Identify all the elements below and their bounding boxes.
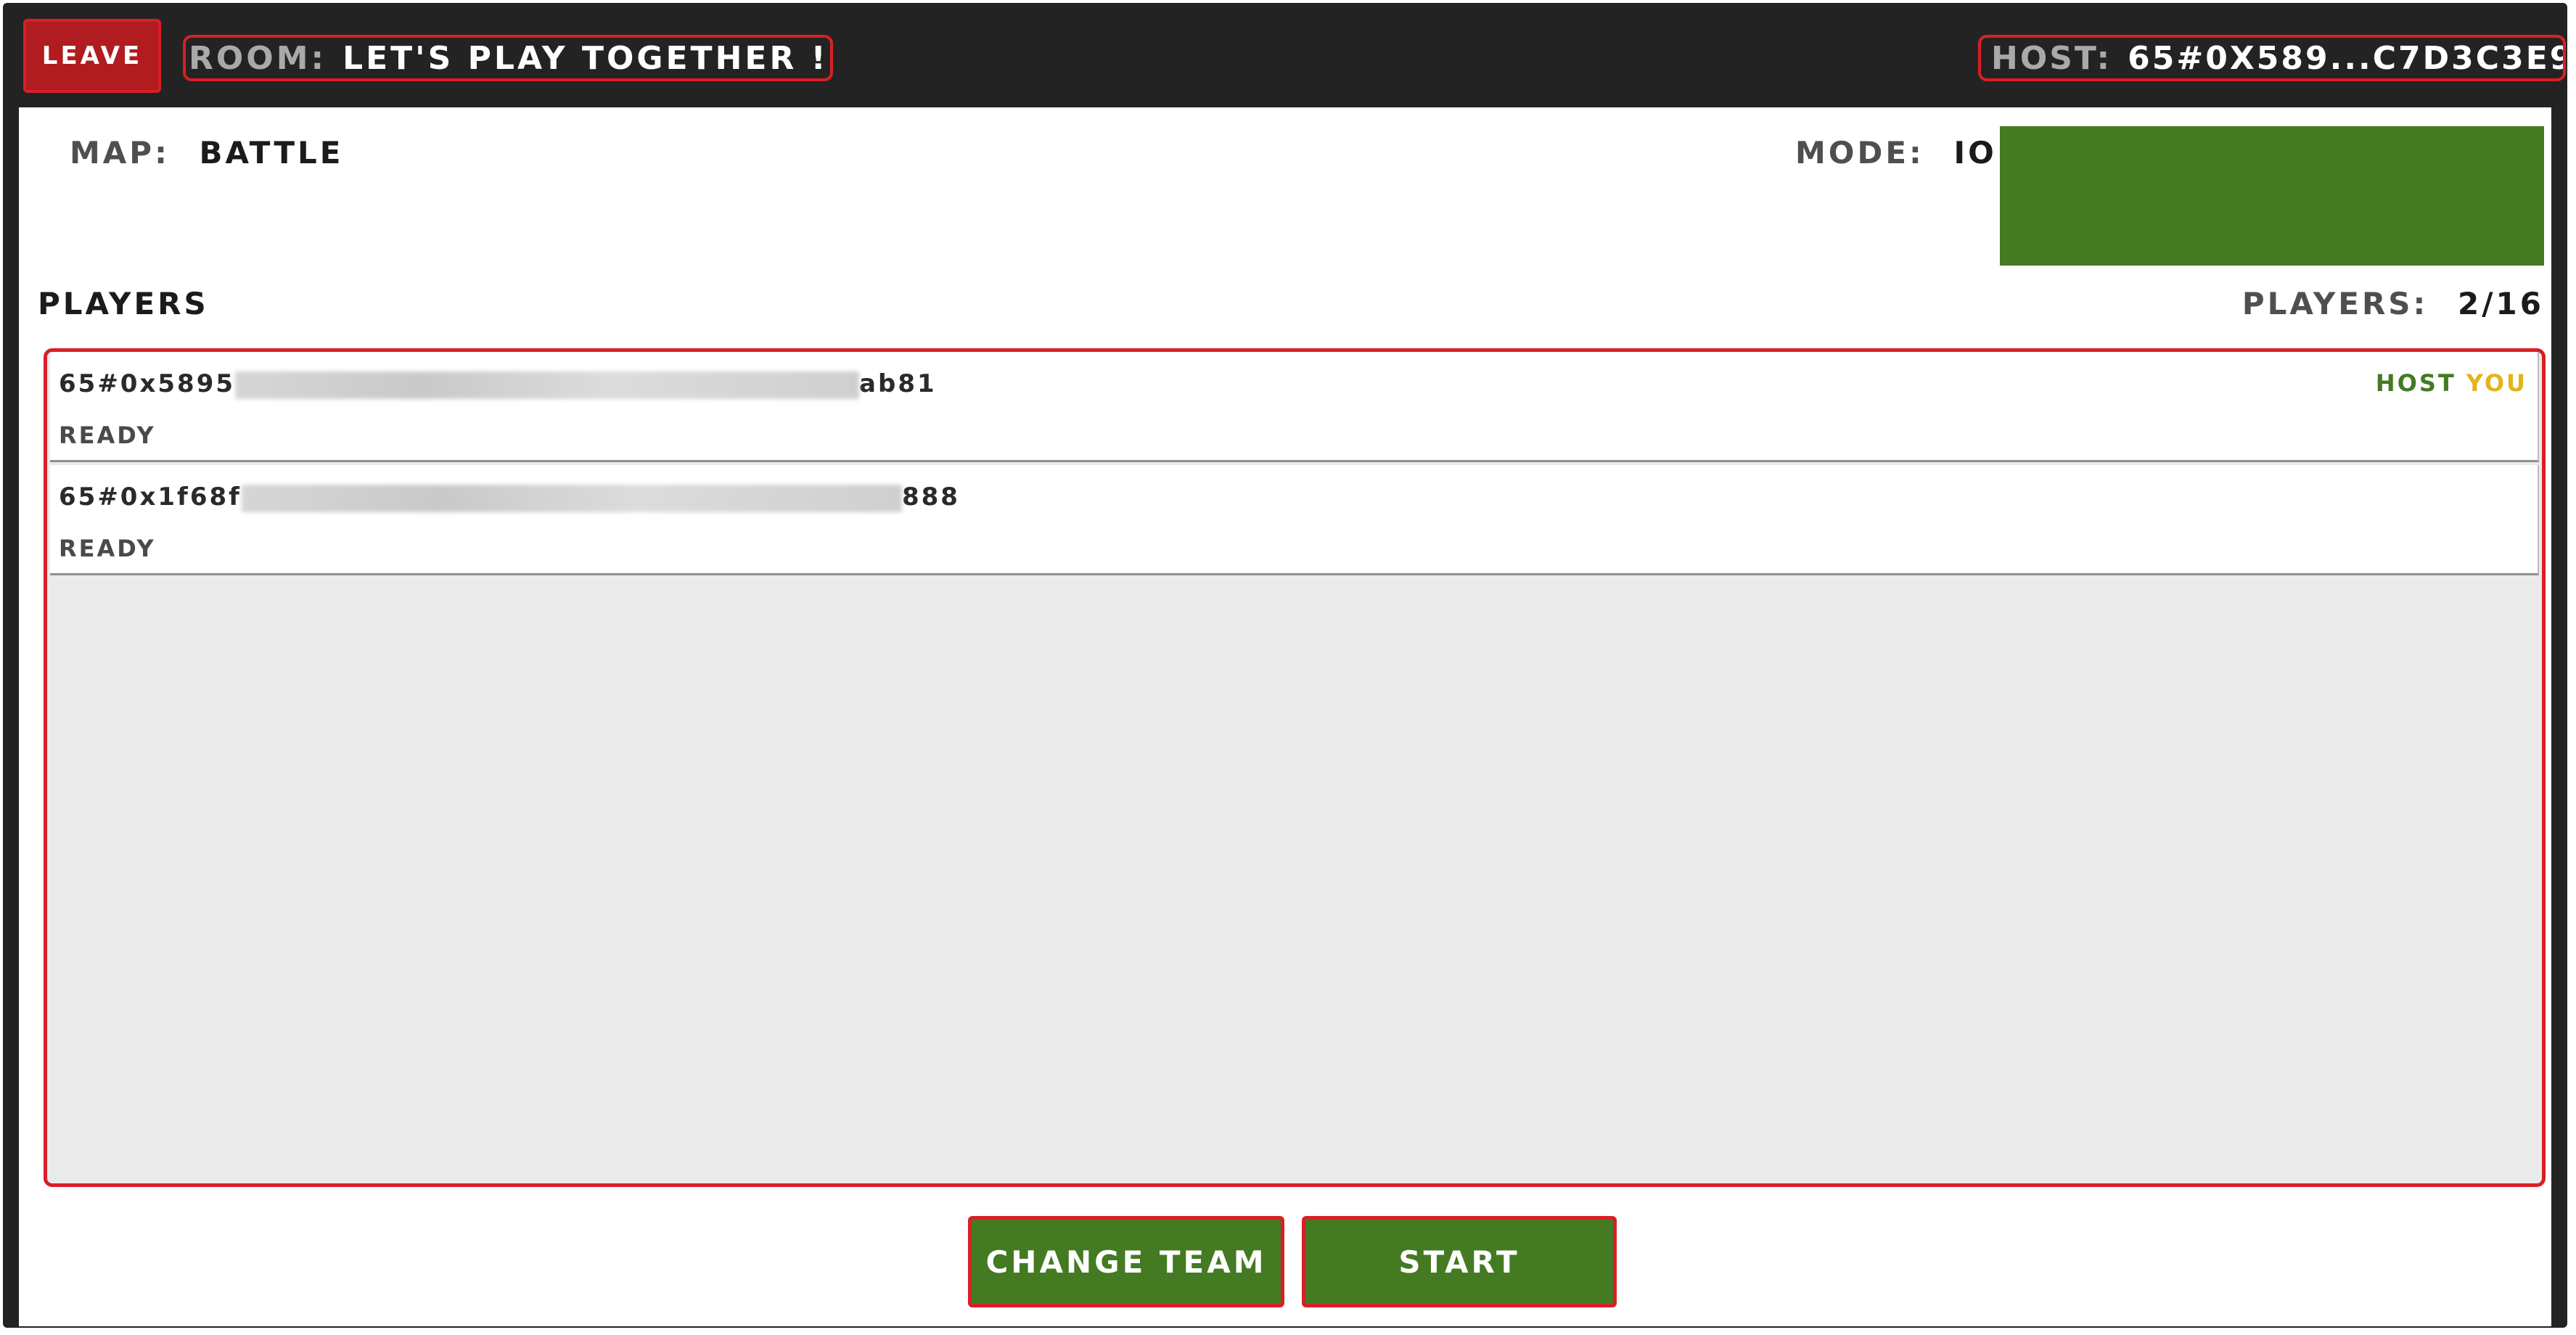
map-info: Map: Battle [70,135,344,171]
players-heading: Players [38,286,209,321]
lobby-panel: Map: Battle Mode: IO Players Players: 2/… [19,107,2551,1326]
player-name-end: 888 [901,482,960,512]
player-row[interactable]: 65#0x1f68f 888 Ready [50,465,2539,575]
host-badge: Host [2375,369,2456,397]
change-team-button[interactable]: Change Team [968,1216,1284,1307]
start-button[interactable]: Start [1302,1216,1617,1307]
redacted-blur [235,371,860,399]
player-name: 65#0x1f68f 888 [59,482,960,512]
lobby-window: Leave Room: Let's play together !! Host:… [3,3,2567,1328]
player-name-end: ab81 [859,369,937,398]
player-status: Ready [59,535,156,562]
host-id: 65#0x589...c7d3c3e9 [2128,39,2566,77]
host-info: Host: 65#0x589...c7d3c3e9 [1978,35,2566,81]
map-label: Map: [70,135,170,171]
players-count-value: 2/16 [2457,286,2544,321]
player-list[interactable]: 65#0x5895 ab81 Host You Ready 65#0x1f68f 88… [44,348,2546,1187]
room-title: Room: Let's play together !! [183,35,833,81]
map-value: Battle [199,135,344,171]
mode-label: Mode: [1795,135,1924,171]
redacted-blur [241,484,902,512]
player-name: 65#0x5895 ab81 [59,369,937,399]
player-name-start: 65#0x5895 [59,369,236,398]
mode-value: IO [1953,135,1997,171]
you-badge: You [2466,369,2527,397]
player-row[interactable]: 65#0x5895 ab81 Host You Ready [50,352,2539,462]
players-count: Players: 2/16 [2242,286,2544,321]
player-tags: Host You [2376,369,2527,397]
room-name: Let's play together !! [342,39,833,77]
room-label: Room: [189,39,327,77]
map-preview [2000,126,2544,266]
player-name-start: 65#0x1f68f [59,482,242,512]
top-bar: Leave Room: Let's play together !! Host:… [3,3,2567,107]
player-status: Ready [59,422,156,449]
host-label: Host: [1991,39,2112,77]
players-count-label: Players: [2241,286,2429,321]
leave-button[interactable]: Leave [23,19,161,93]
mode-info: Mode: IO [1795,135,1997,171]
